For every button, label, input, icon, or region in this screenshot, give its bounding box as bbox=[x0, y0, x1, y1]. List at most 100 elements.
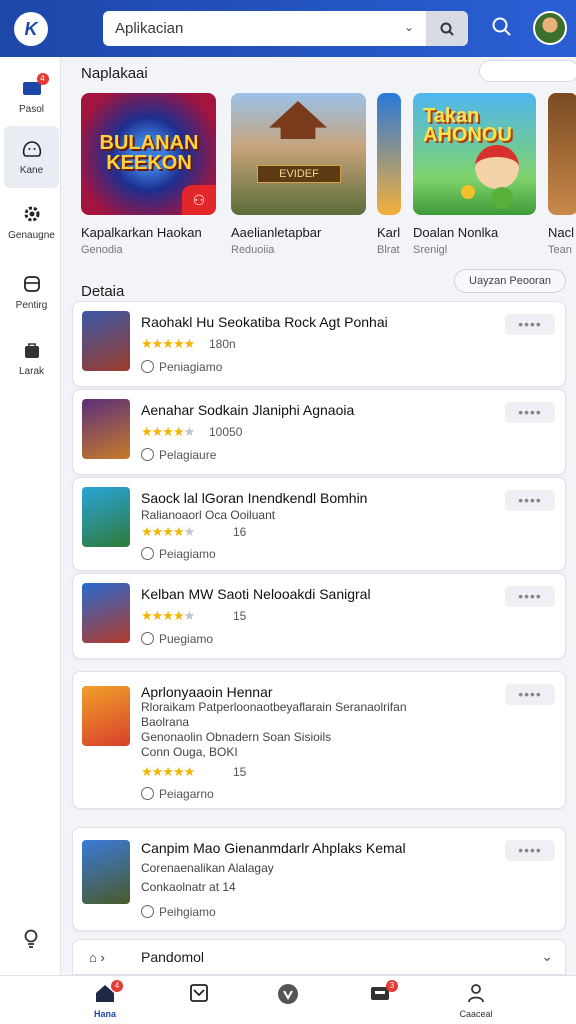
gamepad-icon: ⚇ bbox=[182, 185, 216, 215]
folder-icon: 4 bbox=[21, 73, 49, 99]
heart-icon bbox=[141, 448, 154, 461]
clock-icon bbox=[141, 787, 154, 800]
sidebar: 4 Pasol Kane Genaugne Pentirg Larak bbox=[0, 57, 61, 975]
nav-mail[interactable] bbox=[164, 976, 234, 1024]
app-card[interactable]: Kelban MW Saoti Nelooakdi Sanigral ★★★★★… bbox=[72, 573, 566, 659]
more-options-button[interactable]: •••• bbox=[505, 314, 555, 335]
chevron-down-icon[interactable]: ⌄ bbox=[541, 948, 553, 965]
app-thumbnail bbox=[82, 487, 130, 547]
featured-art: BULANAN KEEKON ⚇ bbox=[81, 93, 216, 215]
featured-card[interactable]: Karl Blrat bbox=[377, 93, 401, 256]
featured-card[interactable]: Nacl Tean bbox=[548, 93, 576, 256]
featured-art: EVIDEF bbox=[231, 93, 366, 215]
featured-subtitle: Blrat bbox=[377, 244, 400, 256]
notification-badge: 4 bbox=[111, 979, 123, 992]
nav-shield[interactable] bbox=[253, 976, 323, 1024]
app-card[interactable]: Aenahar Sodkain Jlaniphi Agnaoia ★★★★★ 1… bbox=[72, 389, 566, 475]
nav-label: Hana bbox=[93, 1008, 116, 1019]
rating-count: 15 bbox=[233, 765, 247, 779]
user-avatar[interactable] bbox=[533, 11, 567, 45]
app-logo-icon[interactable]: K bbox=[14, 12, 48, 46]
app-description: Conn Ouga, BOKI bbox=[141, 745, 238, 759]
home-icon: 4 bbox=[93, 979, 123, 1007]
featured-title: Karl bbox=[377, 225, 401, 240]
featured-art bbox=[548, 93, 576, 215]
section-title-featured: Naplakaai bbox=[81, 65, 148, 82]
more-options-button[interactable]: •••• bbox=[505, 684, 555, 705]
shield-icon bbox=[276, 983, 300, 1007]
app-title: Canpim Mao Gienanmdarlr Ahplaks Kemal bbox=[141, 840, 406, 856]
rating-stars: ★★★★★ bbox=[141, 424, 195, 439]
main-content: Naplakaai BULANAN KEEKON ⚇ Kapalkarkan H… bbox=[61, 57, 576, 975]
status-text: Peihgiamo bbox=[141, 905, 216, 919]
sidebar-item-label: Pasol bbox=[18, 104, 44, 115]
heart-icon bbox=[141, 632, 154, 645]
featured-art bbox=[377, 93, 401, 215]
featured-art-text: BULANAN KEEKON bbox=[99, 132, 199, 174]
sidebar-item-genaugne[interactable]: Genaugne bbox=[4, 191, 59, 253]
sidebar-item-kane[interactable]: Kane bbox=[4, 126, 59, 188]
search-button[interactable] bbox=[426, 11, 468, 46]
featured-subtitle: Reduoiia bbox=[231, 244, 275, 256]
lightbulb-icon[interactable] bbox=[20, 929, 42, 951]
more-options-button[interactable]: •••• bbox=[505, 402, 555, 423]
app-card[interactable]: Canpim Mao Gienanmdarlr Ahplaks Kemal Co… bbox=[72, 827, 566, 931]
bottom-nav: 4 Hana 3 Caaceal bbox=[0, 975, 576, 1024]
more-apps-row[interactable]: ⌂ › Pandomol ⌄ bbox=[72, 939, 566, 975]
rating-stars: ★★★★★ bbox=[141, 764, 195, 779]
nav-profile[interactable]: Caaceal bbox=[441, 976, 511, 1024]
sidebar-item-larak[interactable]: Larak bbox=[4, 327, 59, 389]
top-bar: K Aplikacian ⌄ bbox=[0, 0, 576, 57]
heart-icon bbox=[141, 547, 154, 560]
back-icon[interactable]: ⌂ › bbox=[89, 950, 105, 965]
featured-subtitle: Srenigl bbox=[413, 244, 448, 256]
nav-label: Caaceal bbox=[459, 1008, 493, 1019]
app-subtitle: Ralianoaorl Oca Ooiluant bbox=[141, 508, 276, 522]
featured-card[interactable]: Takan AHONOU Doalan Nonlka Srenigl bbox=[413, 93, 536, 256]
nav-home[interactable]: 4 Hana bbox=[70, 976, 140, 1024]
featured-title: Doalan Nonlka bbox=[413, 225, 499, 240]
search-input[interactable]: Aplikacian bbox=[115, 20, 183, 37]
app-card[interactable]: Aprlonyaaoin Hennar Rloraikam Patperloon… bbox=[72, 671, 566, 809]
more-options-button[interactable]: •••• bbox=[505, 490, 555, 511]
mail-icon bbox=[187, 983, 211, 1007]
sidebar-item-pentirg[interactable]: Pentirg bbox=[4, 261, 59, 323]
search-icon[interactable] bbox=[489, 16, 515, 42]
sidebar-item-label: Pentirg bbox=[15, 300, 48, 311]
sidebar-item-label: Genaugne bbox=[8, 230, 55, 241]
app-card[interactable]: Saock lal lGoran Inendkendl Bomhin Ralia… bbox=[72, 477, 566, 571]
featured-art-text: EVIDEF bbox=[257, 165, 341, 183]
app-thumbnail bbox=[82, 583, 130, 643]
more-options-button[interactable]: •••• bbox=[505, 586, 555, 607]
app-thumbnail bbox=[82, 840, 130, 904]
featured-card[interactable]: EVIDEF Aaelianletapbar Reduoiia bbox=[231, 93, 366, 256]
person-icon bbox=[464, 983, 488, 1007]
featured-carousel[interactable]: BULANAN KEEKON ⚇ Kapalkarkan Haokan Geno… bbox=[81, 93, 576, 268]
rating-count: 15 bbox=[233, 609, 247, 623]
shield-icon bbox=[141, 360, 154, 373]
status-text: Pelagiaure bbox=[141, 448, 216, 462]
bag-icon bbox=[21, 339, 43, 361]
sidebar-item-pasol[interactable]: 4 Pasol bbox=[4, 65, 59, 127]
sidebar-item-label: Larak bbox=[18, 366, 44, 377]
search-bar[interactable]: Aplikacian ⌄ bbox=[103, 11, 468, 46]
featured-card[interactable]: BULANAN KEEKON ⚇ Kapalkarkan Haokan Geno… bbox=[81, 93, 216, 256]
chevron-down-icon[interactable]: ⌄ bbox=[399, 17, 419, 37]
character-shape bbox=[475, 145, 519, 189]
sort-button[interactable]: Uayzan Peooran bbox=[454, 269, 566, 293]
rating-count: 10050 bbox=[209, 425, 243, 439]
app-description: Baolrana bbox=[141, 715, 190, 729]
app-card[interactable]: Raohakl Hu Seokatiba Rock Agt Ponhai ★★★… bbox=[72, 301, 566, 387]
more-apps-label: Pandomol bbox=[141, 949, 205, 965]
more-options-button[interactable]: •••• bbox=[505, 840, 555, 861]
featured-title: Nacl bbox=[548, 225, 575, 240]
featured-art-text: Takan AHONOU bbox=[423, 105, 512, 146]
nav-cart[interactable]: 3 bbox=[345, 976, 415, 1024]
status-label: Pelagiaure bbox=[159, 448, 217, 462]
app-description: Corenaenalikan Alalagay bbox=[141, 861, 274, 875]
status-label: Peihgiamo bbox=[159, 905, 216, 919]
filter-pill[interactable] bbox=[479, 60, 576, 82]
ball-shape bbox=[491, 187, 513, 209]
featured-title: Aaelianletapbar bbox=[231, 225, 322, 240]
shield-icon bbox=[141, 905, 154, 918]
